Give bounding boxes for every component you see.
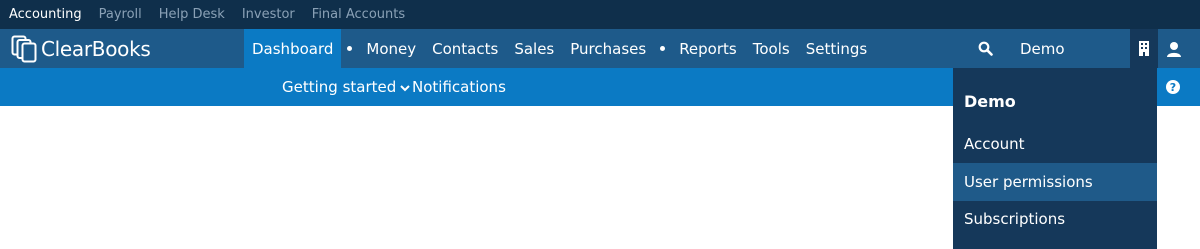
- notifications-link[interactable]: Notifications: [412, 68, 506, 106]
- main-nav-items: Dashboard Money Contacts Sales Purchases…: [244, 29, 875, 68]
- search-icon: [978, 41, 993, 56]
- nav-separator-dot: [347, 46, 353, 51]
- nav-separator-dot: [660, 46, 666, 51]
- nav-contacts[interactable]: Contacts: [424, 29, 506, 68]
- help-icon[interactable]: ?: [1166, 80, 1180, 94]
- chevron-down-icon: [400, 84, 410, 91]
- nav-money[interactable]: Money: [358, 29, 424, 68]
- user-menu-button[interactable]: [1158, 29, 1190, 68]
- account-switcher-button[interactable]: [1130, 29, 1158, 68]
- product-investor-link[interactable]: Investor: [242, 7, 295, 22]
- product-accounting-link[interactable]: Accounting: [9, 7, 82, 22]
- clearbooks-logo[interactable]: ClearBooks: [11, 35, 151, 63]
- product-switcher-bar: Accounting Payroll Help Desk Investor Fi…: [0, 0, 1200, 29]
- clearbooks-logo-icon: [11, 35, 37, 63]
- nav-reports[interactable]: Reports: [671, 29, 745, 68]
- logo-text: ClearBooks: [41, 37, 151, 61]
- getting-started-menu[interactable]: Getting started: [282, 68, 410, 106]
- nav-tools[interactable]: Tools: [745, 29, 798, 68]
- account-dropdown-menu: Demo Account User permissions Subscripti…: [953, 68, 1157, 249]
- nav-dashboard[interactable]: Dashboard: [244, 29, 342, 68]
- account-name-button[interactable]: Demo: [1020, 29, 1065, 68]
- dropdown-item-account[interactable]: Account: [953, 125, 1157, 163]
- nav-purchases[interactable]: Purchases: [562, 29, 654, 68]
- getting-started-label: Getting started: [282, 78, 397, 96]
- nav-sales[interactable]: Sales: [506, 29, 562, 68]
- nav-settings[interactable]: Settings: [798, 29, 876, 68]
- dropdown-item-subscriptions[interactable]: Subscriptions: [953, 200, 1157, 238]
- building-icon: [1139, 41, 1149, 56]
- search-button[interactable]: [972, 29, 998, 68]
- product-help-desk-link[interactable]: Help Desk: [159, 7, 225, 22]
- product-final-accounts-link[interactable]: Final Accounts: [312, 7, 405, 22]
- user-icon: [1167, 41, 1181, 57]
- dropdown-title: Demo: [964, 92, 1016, 111]
- dropdown-item-user-permissions[interactable]: User permissions: [953, 163, 1157, 201]
- main-navigation: ClearBooks Dashboard Money Contacts Sale…: [0, 29, 1200, 68]
- product-payroll-link[interactable]: Payroll: [99, 7, 142, 22]
